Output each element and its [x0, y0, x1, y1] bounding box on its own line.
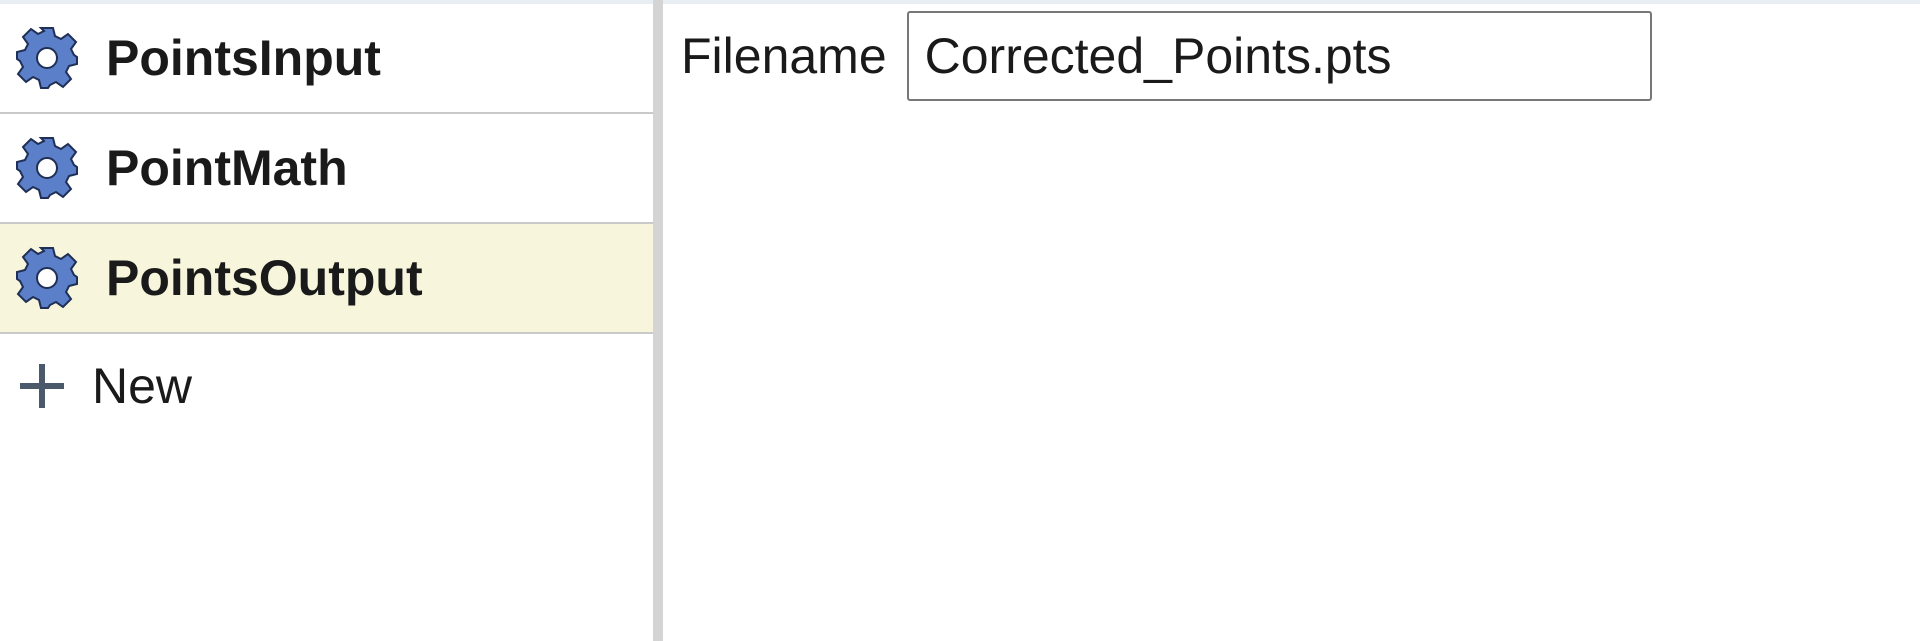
gear-icon [12, 23, 82, 93]
filename-input[interactable] [906, 11, 1652, 101]
panel-splitter[interactable] [653, 0, 663, 641]
app-window: PointsInput PointMath PointsOutput New F… [0, 0, 1920, 641]
gear-icon [12, 243, 82, 313]
plus-icon [14, 358, 70, 414]
new-step-button[interactable]: New [0, 334, 653, 438]
step-item-pointsinput[interactable]: PointsInput [0, 4, 653, 114]
filename-label: Filename [681, 28, 887, 84]
step-item-pointmath[interactable]: PointMath [0, 114, 653, 224]
step-item-pointsoutput[interactable]: PointsOutput [0, 224, 653, 334]
filename-row: Filename [681, 10, 1652, 102]
new-step-label: New [92, 358, 193, 414]
step-label: PointsInput [106, 30, 381, 86]
gear-icon [12, 133, 82, 203]
step-properties-panel: Filename [663, 4, 1920, 641]
step-label: PointMath [106, 140, 348, 196]
step-list: PointsInput PointMath PointsOutput New [0, 4, 653, 641]
step-label: PointsOutput [106, 250, 423, 306]
